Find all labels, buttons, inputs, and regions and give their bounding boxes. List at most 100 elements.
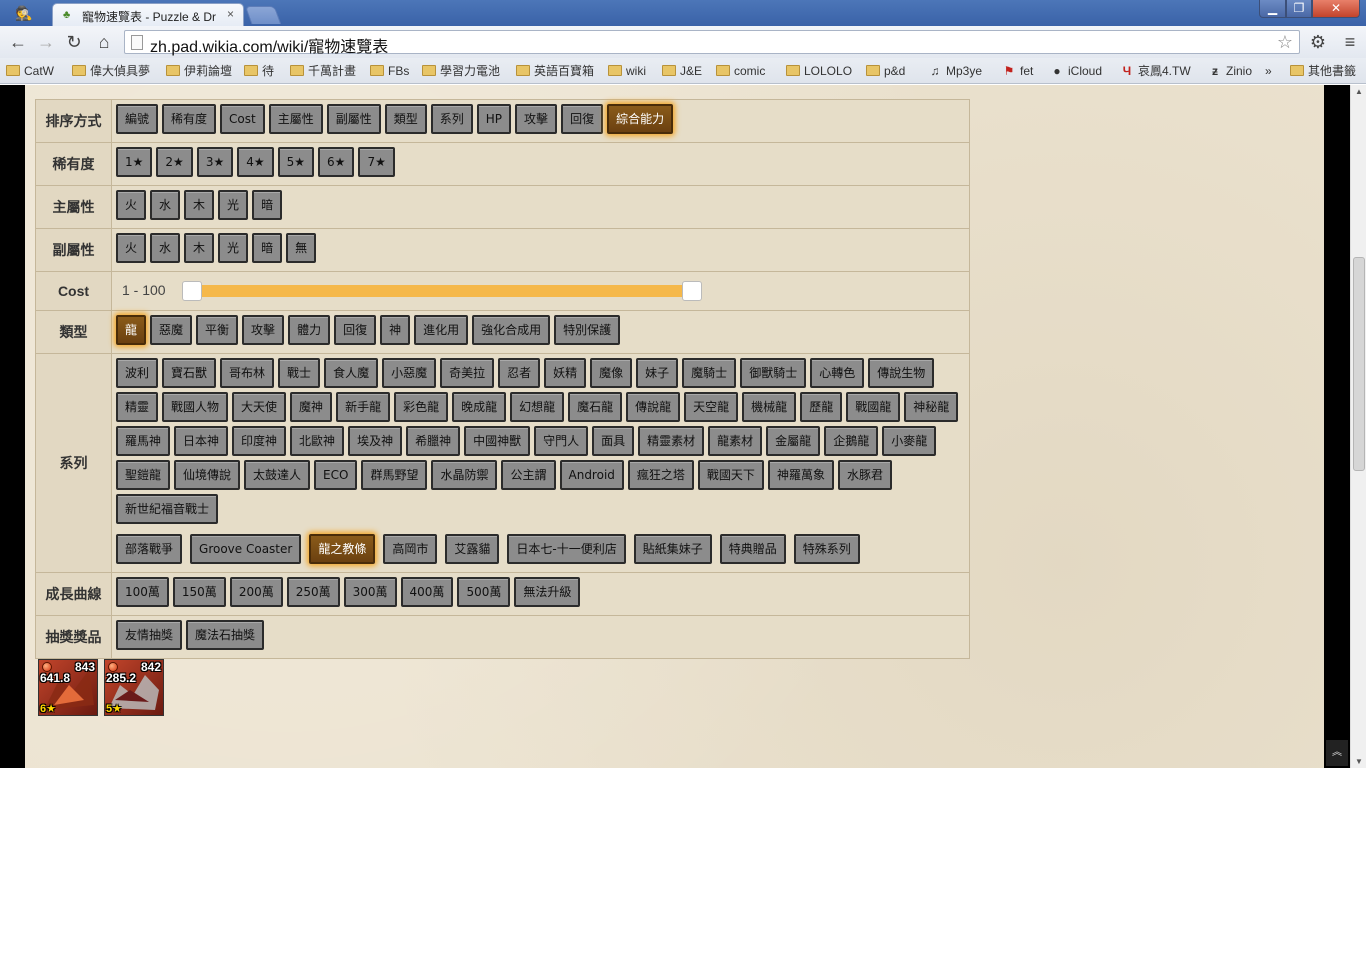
series-filter-button[interactable]: 魔神 — [290, 392, 333, 422]
series-filter-button[interactable]: 御獸騎士 — [740, 358, 807, 388]
series-filter-button[interactable]: 奇美拉 — [440, 358, 495, 388]
sub-attribute-button[interactable]: 暗 — [252, 233, 283, 263]
monster-card[interactable]: 842 285.2 5★ — [104, 659, 164, 716]
series-filter-button[interactable]: 群馬野望 — [361, 460, 428, 490]
type-filter-button[interactable]: 特別保護 — [554, 315, 621, 345]
growth-filter-button[interactable]: 無法升級 — [514, 577, 581, 607]
main-attribute-button[interactable]: 火 — [116, 190, 147, 220]
series-filter-button[interactable]: 食人魔 — [324, 358, 379, 388]
series-filter-button[interactable]: 特殊系列 — [793, 534, 860, 564]
tab-active[interactable]: ♣ 寵物速覽表 - Puzzle & Dr × — [52, 3, 244, 26]
sort-option-button[interactable]: 主屬性 — [268, 104, 323, 134]
series-filter-button[interactable]: 機械龍 — [742, 392, 797, 422]
type-filter-button[interactable]: 龍 — [116, 315, 147, 345]
series-filter-button[interactable]: 中國神獸 — [464, 426, 531, 456]
sort-option-button[interactable]: 副屬性 — [326, 104, 381, 134]
growth-filter-button[interactable]: 500萬 — [457, 577, 511, 607]
sub-attribute-button[interactable]: 木 — [184, 233, 215, 263]
new-tab-button[interactable] — [244, 6, 282, 24]
minimize-button[interactable]: ▁ — [1259, 0, 1286, 18]
main-attribute-button[interactable]: 光 — [218, 190, 249, 220]
growth-filter-button[interactable]: 250萬 — [286, 577, 340, 607]
main-attribute-button[interactable]: 木 — [184, 190, 215, 220]
bookmark-item[interactable]: 英語百寶箱 — [516, 62, 594, 80]
series-filter-button[interactable]: 水豚君 — [837, 460, 892, 490]
series-filter-button[interactable]: 企鵝龍 — [824, 426, 879, 456]
sort-option-button[interactable]: 綜合能力 — [607, 104, 674, 134]
sort-option-button[interactable]: Cost — [220, 104, 265, 134]
growth-filter-button[interactable]: 150萬 — [172, 577, 226, 607]
scroll-down-icon[interactable]: ▼ — [1355, 757, 1363, 766]
type-filter-button[interactable]: 回復 — [334, 315, 377, 345]
sort-option-button[interactable]: 系列 — [430, 104, 473, 134]
series-filter-button[interactable]: 面具 — [592, 426, 635, 456]
series-filter-button[interactable]: 神羅萬象 — [767, 460, 834, 490]
series-filter-button[interactable]: 日本神 — [174, 426, 229, 456]
rarity-filter-button[interactable]: 5★ — [277, 147, 315, 177]
series-filter-button[interactable]: 部落戰爭 — [116, 534, 183, 564]
rarity-filter-button[interactable]: 6★ — [318, 147, 355, 177]
bookmark-item[interactable]: ● iCloud — [1050, 62, 1102, 80]
back-button[interactable]: ← — [6, 30, 30, 54]
type-filter-button[interactable]: 平衡 — [196, 315, 239, 345]
series-filter-button[interactable]: 傳說龍 — [626, 392, 681, 422]
series-filter-button[interactable]: 北歐神 — [290, 426, 345, 456]
scroll-top-button[interactable]: ︽ — [1326, 740, 1348, 766]
sort-option-button[interactable]: 攻擊 — [515, 104, 558, 134]
bookmark-item[interactable]: ♫ Mp3ye — [928, 62, 983, 80]
sub-attribute-button[interactable]: 無 — [286, 233, 317, 263]
series-filter-button[interactable]: 埃及神 — [348, 426, 403, 456]
bookmark-star-icon[interactable]: ☆ — [1277, 32, 1293, 53]
series-filter-button[interactable]: 天空龍 — [684, 392, 739, 422]
series-filter-button[interactable]: 波利 — [116, 358, 159, 388]
bookmark-item[interactable]: Ч 哀鳳4.TW — [1120, 62, 1191, 80]
series-filter-button[interactable]: 傳說生物 — [868, 358, 935, 388]
bookmark-item[interactable]: ƶ Zinio — [1208, 62, 1252, 80]
series-filter-button[interactable]: 守門人 — [534, 426, 589, 456]
bookmark-item[interactable]: » — [1265, 62, 1272, 80]
bookmark-item[interactable]: 學習力電池 — [422, 62, 500, 80]
series-filter-button[interactable]: 公主謂 — [501, 460, 556, 490]
sub-attribute-button[interactable]: 水 — [150, 233, 181, 263]
rarity-filter-button[interactable]: 7★ — [358, 147, 395, 177]
sub-attribute-button[interactable]: 火 — [116, 233, 147, 263]
bookmark-item[interactable]: wiki — [608, 62, 646, 80]
slider-track[interactable] — [198, 285, 698, 297]
growth-filter-button[interactable]: 400萬 — [400, 577, 454, 607]
gear-icon[interactable]: ⚙ — [1306, 30, 1330, 54]
series-filter-button[interactable]: 忍者 — [498, 358, 541, 388]
type-filter-button[interactable]: 進化用 — [414, 315, 469, 345]
series-filter-button[interactable]: 龍素材 — [708, 426, 763, 456]
series-filter-button[interactable]: 幻想龍 — [510, 392, 565, 422]
bookmark-item[interactable]: CatW — [6, 62, 54, 80]
series-filter-button[interactable]: 心轉色 — [810, 358, 865, 388]
series-filter-button[interactable]: 貼紙集妹子 — [633, 534, 712, 564]
series-filter-button[interactable]: 印度神 — [232, 426, 287, 456]
series-filter-button[interactable]: 新手龍 — [336, 392, 391, 422]
series-filter-button[interactable]: 太鼓達人 — [244, 460, 311, 490]
address-bar[interactable]: zh.pad.wikia.com/wiki/寵物速覽表 ☆ — [124, 30, 1300, 56]
series-filter-button[interactable]: 艾露貓 — [445, 534, 500, 564]
series-filter-button[interactable]: 妹子 — [636, 358, 679, 388]
type-filter-button[interactable]: 體力 — [288, 315, 331, 345]
series-filter-button[interactable]: 妖精 — [544, 358, 587, 388]
maximize-button[interactable]: ❐ — [1286, 0, 1312, 18]
bookmark-item[interactable]: LOLOLO — [786, 62, 852, 80]
bookmark-item[interactable]: FBs — [370, 62, 409, 80]
series-filter-button[interactable]: 羅馬神 — [116, 426, 171, 456]
series-filter-button[interactable]: 戰國龍 — [846, 392, 901, 422]
main-attribute-button[interactable]: 暗 — [252, 190, 283, 220]
sub-attribute-button[interactable]: 光 — [218, 233, 249, 263]
series-filter-button[interactable]: 希臘神 — [406, 426, 461, 456]
rarity-filter-button[interactable]: 2★ — [156, 147, 193, 177]
home-button[interactable]: ⌂ — [92, 30, 116, 54]
tab-close-icon[interactable]: × — [227, 7, 234, 21]
series-filter-button[interactable]: 新世紀福音戰士 — [116, 494, 219, 524]
series-filter-button[interactable]: 仙境傳說 — [174, 460, 241, 490]
bookmark-item[interactable]: 其他書籤 — [1290, 62, 1356, 80]
series-filter-button[interactable]: 精靈素材 — [638, 426, 705, 456]
series-filter-button[interactable]: 魔騎士 — [682, 358, 737, 388]
series-filter-button[interactable]: 瘋狂之塔 — [627, 460, 694, 490]
rarity-filter-button[interactable]: 1★ — [116, 147, 153, 177]
series-filter-button[interactable]: 高岡市 — [383, 534, 438, 564]
